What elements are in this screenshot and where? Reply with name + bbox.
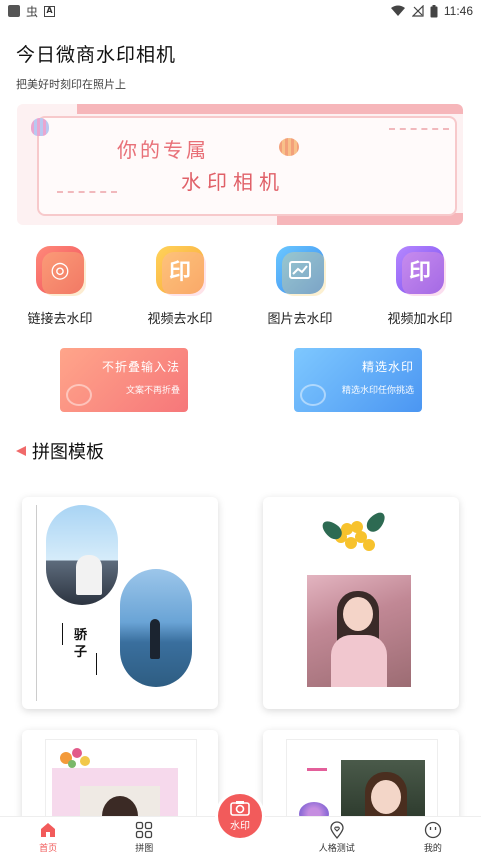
template-card[interactable] xyxy=(263,730,459,830)
divider xyxy=(36,505,37,701)
accent-line xyxy=(307,768,327,771)
section-header: 拼图模板 xyxy=(16,438,104,464)
grid-icon xyxy=(136,821,153,839)
flag-icon xyxy=(16,446,26,456)
promo-card-input-method[interactable]: 不折叠输入法 文案不再折叠 xyxy=(60,348,188,412)
template-photo xyxy=(307,575,411,687)
promo-subtitle: 文案不再折叠 xyxy=(125,386,180,396)
promo-title: 不折叠输入法 xyxy=(101,360,180,374)
template-card[interactable]: 骄子 xyxy=(22,497,218,709)
feature-row: ◎ 链接去水印 印 视频去水印 图片去水印 印 视频加水印 xyxy=(0,246,481,327)
feature-label: 图片去水印 xyxy=(267,312,333,327)
bug-icon: 虫 xyxy=(26,4,39,19)
signal-icon xyxy=(411,5,424,17)
banner-heading: 你的专属 xyxy=(117,138,209,162)
smiley-icon xyxy=(424,821,442,839)
template-caption: 骄子 xyxy=(74,628,88,660)
template-photo xyxy=(120,569,192,687)
flower-decoration xyxy=(319,509,389,555)
wave-decoration xyxy=(389,128,449,138)
bouquet-decoration xyxy=(50,744,100,784)
promo-subtitle: 精选水印任你挑选 xyxy=(341,386,414,396)
battery-icon xyxy=(430,4,438,17)
wifi-icon xyxy=(390,5,405,16)
template-card[interactable] xyxy=(263,497,459,709)
location-heart-icon xyxy=(330,821,344,839)
home-icon xyxy=(41,823,56,837)
nav-label: 拼图 xyxy=(135,844,154,854)
feature-video-add-watermark[interactable]: 印 视频加水印 xyxy=(360,246,480,327)
nav-label: 我的 xyxy=(423,844,442,854)
template-card[interactable] xyxy=(22,730,218,830)
camera-icon xyxy=(230,801,250,816)
feature-image-remove-watermark[interactable]: 图片去水印 xyxy=(240,246,360,327)
nav-label: 人格测试 xyxy=(318,844,355,854)
feature-label: 视频去水印 xyxy=(147,312,213,327)
status-bar: 虫 A 11:46 xyxy=(0,0,481,22)
nav-watermark-camera[interactable]: 水印 xyxy=(218,794,262,838)
nav-label: 首页 xyxy=(39,844,58,854)
nav-home[interactable]: 首页 xyxy=(0,817,96,856)
nav-mine[interactable]: 我的 xyxy=(385,817,481,856)
divider xyxy=(96,653,97,675)
app-square-icon xyxy=(8,5,20,17)
banner-heading-2: 水印相机 xyxy=(181,170,285,194)
banner-decoration xyxy=(77,104,463,114)
status-time: 11:46 xyxy=(443,4,473,18)
feature-link-remove-watermark[interactable]: ◎ 链接去水印 xyxy=(0,246,120,327)
video-add-watermark-icon: 印 xyxy=(396,246,446,296)
page-subtitle: 把美好时刻印在照片上 xyxy=(16,78,126,91)
link-watermark-icon: ◎ xyxy=(36,246,86,296)
page-title: 今日微商水印相机 xyxy=(16,44,177,66)
section-title: 拼图模板 xyxy=(32,442,104,463)
promo-card-featured-watermark[interactable]: 精选水印 精选水印任你挑选 xyxy=(294,348,422,412)
wave-decoration xyxy=(57,191,117,201)
balloon-icon xyxy=(31,118,49,136)
image-watermark-icon xyxy=(276,246,326,296)
a-box-icon: A xyxy=(44,5,56,17)
nav-label: 水印 xyxy=(230,821,250,832)
feature-label: 视频加水印 xyxy=(387,312,453,327)
divider xyxy=(62,623,63,645)
feature-label: 链接去水印 xyxy=(27,312,93,327)
promo-title: 精选水印 xyxy=(361,360,414,374)
nav-puzzle[interactable]: 拼图 xyxy=(96,817,192,856)
promo-banner[interactable]: 你的专属 水印相机 xyxy=(17,104,463,225)
feature-video-remove-watermark[interactable]: 印 视频去水印 xyxy=(120,246,240,327)
video-watermark-icon: 印 xyxy=(156,246,206,296)
balloon-icon xyxy=(279,138,299,156)
nav-personality-test[interactable]: 人格测试 xyxy=(289,817,385,856)
template-photo xyxy=(46,505,118,605)
